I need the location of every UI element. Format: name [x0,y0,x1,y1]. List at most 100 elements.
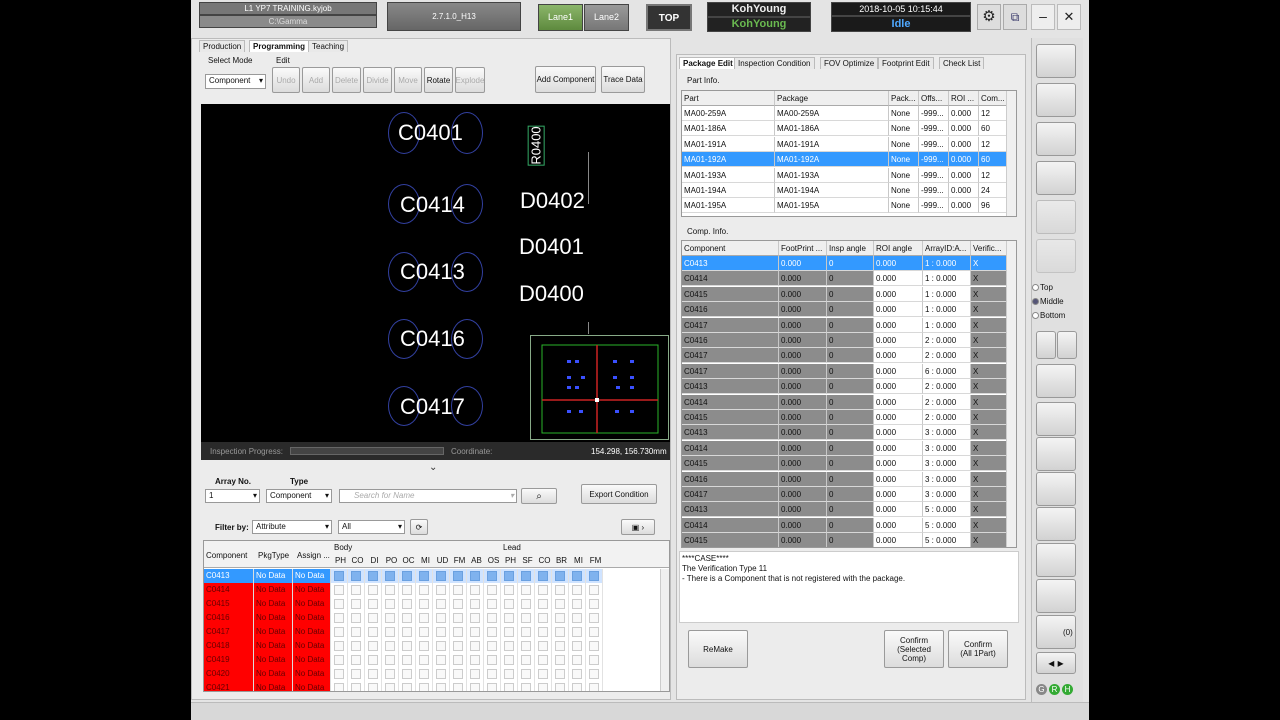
attr-checkbox[interactable] [416,611,433,625]
table-row[interactable]: C0416 0.000 0 0.000 3 : 0.000 X [682,471,1008,487]
divide-button[interactable]: Divide [363,67,392,93]
attr-checkbox[interactable] [348,569,365,583]
attr-checkbox[interactable] [552,639,569,653]
component-label[interactable]: C0416 [400,326,465,352]
attr-checkbox[interactable] [484,583,501,597]
column-header[interactable]: Component [682,241,779,256]
attr-checkbox[interactable] [586,597,603,611]
table-row[interactable]: MA00-259A MA00-259A None -999... 0.000 12 [682,106,1007,121]
attr-checkbox[interactable] [569,639,586,653]
attr-checkbox[interactable] [365,597,382,611]
remake-button[interactable]: ReMake [688,630,748,668]
attr-checkbox[interactable] [518,681,535,691]
attr-checkbox[interactable] [382,583,399,597]
attr-checkbox[interactable] [535,569,552,583]
select-mode-dropdown[interactable]: Component [205,74,266,89]
attr-checkbox[interactable] [501,611,518,625]
table-row[interactable]: C0420 No Data No Data [204,667,659,681]
attr-checkbox[interactable] [501,583,518,597]
component-label[interactable]: D0401 [519,234,584,260]
attr-checkbox[interactable] [586,639,603,653]
attr-checkbox[interactable] [569,667,586,681]
attr-col-header[interactable]: PH [332,556,349,565]
add-button[interactable]: Add [302,67,330,93]
attr-checkbox[interactable] [518,583,535,597]
trace-data-button[interactable]: Trace Data [601,66,645,93]
radio-dot-middle[interactable] [1032,298,1039,305]
tab-production[interactable]: Production [199,40,246,52]
attr-checkbox[interactable] [450,639,467,653]
table-row[interactable]: C0417 0.000 0 0.000 1 : 0.000 X [682,317,1008,333]
attr-checkbox[interactable] [518,639,535,653]
table-row[interactable]: C0413 No Data No Data [204,569,659,583]
attr-checkbox[interactable] [399,625,416,639]
attr-col-header[interactable]: SF [519,556,536,565]
export-condition-button[interactable]: Export Condition [581,484,657,504]
attr-checkbox[interactable] [535,625,552,639]
attr-checkbox[interactable] [552,611,569,625]
attr-col-header[interactable]: UD [434,556,451,565]
attr-checkbox[interactable] [348,653,365,667]
load-job-icon[interactable] [1036,44,1076,78]
table-row[interactable]: C0414 0.000 0 0.000 3 : 0.000 X [682,440,1008,456]
attr-col-header[interactable]: OC [400,556,417,565]
attr-col-header[interactable]: FM [587,556,604,565]
attr-checkbox[interactable] [569,583,586,597]
table-row[interactable]: C0421 No Data No Data [204,681,659,691]
attr-checkbox[interactable] [433,625,450,639]
attr-checkbox[interactable] [467,681,484,691]
attr-checkbox[interactable] [416,625,433,639]
lane1-button[interactable]: Lane1 [538,4,583,31]
add-component-button[interactable]: Add Component [535,66,596,93]
board-up-icon[interactable] [1036,507,1076,541]
attr-checkbox[interactable] [450,653,467,667]
attr-checkbox[interactable] [399,639,416,653]
attr-checkbox[interactable] [552,653,569,667]
attr-checkbox[interactable] [569,625,586,639]
attr-checkbox[interactable] [450,681,467,691]
save-icon[interactable] [1036,364,1076,398]
attr-checkbox[interactable] [365,625,382,639]
attr-checkbox[interactable] [518,597,535,611]
attr-checkbox[interactable] [467,653,484,667]
table-row[interactable]: MA01-186A MA01-186A None -999... 0.000 60 [682,121,1007,137]
attr-checkbox[interactable] [399,597,416,611]
minimize-icon[interactable]: – [1031,4,1055,30]
attr-col-header[interactable]: AB [468,556,485,565]
attr-checkbox[interactable] [450,625,467,639]
confirm-selected-button[interactable]: Confirm (Selected Comp) [884,630,944,668]
crd-icon[interactable] [1036,83,1076,117]
attr-checkbox[interactable] [433,667,450,681]
attr-checkbox[interactable] [586,667,603,681]
attr-checkbox[interactable] [552,667,569,681]
column-header[interactable]: Verific... [971,241,1008,256]
attr-checkbox[interactable] [552,625,569,639]
attr-col-header[interactable]: PO [383,556,400,565]
table-row[interactable]: C0415 0.000 0 0.000 1 : 0.000 X [682,286,1008,302]
minimap[interactable] [530,335,669,440]
table-row[interactable]: C0413 0.000 0 0.000 3 : 0.000 X [682,425,1008,441]
attr-checkbox[interactable] [484,625,501,639]
filter-dropdown[interactable]: Attribute [252,520,332,534]
gear-icon[interactable]: ⚙ [977,4,1001,30]
attr-checkbox[interactable] [416,653,433,667]
top-button[interactable]: TOP [646,4,692,31]
nav-arrows-icon[interactable]: ◂ ▸ [1036,652,1076,674]
attr-checkbox[interactable] [484,653,501,667]
attr-checkbox[interactable] [348,611,365,625]
pkg-icon[interactable] [1036,161,1076,195]
attr-checkbox[interactable] [569,569,586,583]
filter-value-dropdown[interactable]: All [338,520,405,534]
component-label[interactable]: C0417 [400,394,465,420]
table-row[interactable]: C0417 0.000 0 0.000 3 : 0.000 X [682,487,1008,502]
type-dropdown[interactable]: Component [266,489,332,503]
table-row[interactable]: C0416 0.000 0 0.000 2 : 0.000 X [682,333,1008,348]
attr-checkbox[interactable] [518,653,535,667]
attr-checkbox[interactable] [433,653,450,667]
attr-checkbox[interactable] [552,583,569,597]
attr-checkbox[interactable] [382,667,399,681]
attr-checkbox[interactable] [501,639,518,653]
attr-checkbox[interactable] [331,597,348,611]
table-row[interactable]: C0414 0.000 0 0.000 1 : 0.000 X [682,271,1008,287]
attr-checkbox[interactable] [484,667,501,681]
